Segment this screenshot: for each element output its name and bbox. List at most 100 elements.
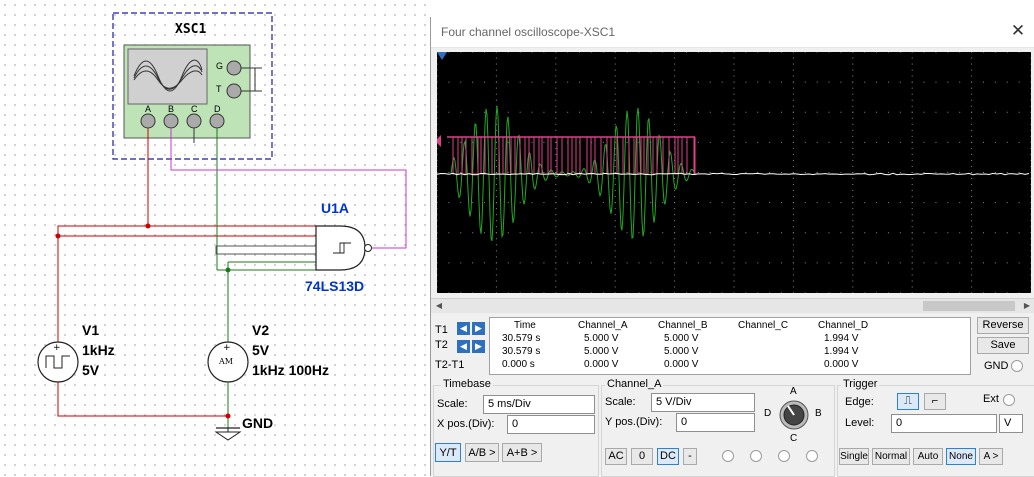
knob-label-c: C [790,433,797,444]
grid-dot [1031,58,1032,59]
a-plus-b-button[interactable]: A+B > [502,443,542,462]
reverse-button[interactable]: Reverse [977,317,1029,334]
grid-dot [591,52,592,53]
ac-button[interactable]: AC [605,448,627,465]
grid-dot [555,178,556,179]
save-button[interactable]: Save [977,337,1029,354]
grid-dot [793,226,794,227]
grid-dot [769,202,770,203]
grid-dot [912,196,913,197]
grid-dot [674,214,675,215]
grid-dot [959,172,960,173]
rising-edge-icon[interactable]: ⎍ [897,393,919,410]
grid-dot [1019,232,1020,233]
falling-edge-icon[interactable]: ⌐ [924,393,946,410]
grid-dot [876,52,877,53]
scroll-thumb[interactable] [923,301,1015,311]
level-unit[interactable]: V [999,414,1023,433]
ab-button[interactable]: A/B > [465,443,499,462]
grid-dot [520,112,521,113]
grid-dot [543,142,544,143]
minus-button[interactable]: - [683,448,697,465]
channel-radio-3[interactable] [778,450,790,462]
grid-dot [971,214,972,215]
grid-dot [615,100,616,101]
channel-radio-4[interactable] [806,450,818,462]
grid-dot [603,262,604,263]
zero-button[interactable]: 0 [631,448,653,465]
cell-r2-time: 0.000 s [502,359,535,370]
grid-dot [555,130,556,131]
ext-radio[interactable] [1003,394,1015,406]
channel-scale-input[interactable]: 5 V/Div [651,393,755,412]
grid-dot [638,52,639,53]
cell-r2-a: 0.000 V [584,359,618,370]
channel-radio-1[interactable] [722,450,734,462]
normal-button[interactable]: Normal [872,448,910,465]
grid-dot [460,112,461,113]
grid-dot [734,184,735,185]
title-bar[interactable]: Four channel oscilloscope-XSC1 ✕ [431,17,1034,48]
grid-dot [924,262,925,263]
single-button[interactable]: Single [839,448,869,465]
v1-frequency: 1kHz [82,342,115,358]
scroll-left-icon[interactable]: ◀ [433,300,445,312]
grid-dot [793,286,794,287]
grid-dot [912,82,913,83]
grid-dot [805,82,806,83]
grid-dot [805,262,806,263]
grid-dot [912,238,913,239]
grid-dot [615,166,616,167]
grid-dot [591,293,592,294]
grid-dot [662,293,663,294]
channel-select-knob[interactable] [777,398,811,432]
grid-dot [864,82,865,83]
t2-right-arrow-icon[interactable]: ▶ [472,340,485,353]
grid-dot [662,262,663,263]
grid-dot [793,280,794,281]
grid-dot [971,124,972,125]
yt-button[interactable]: Y/T [435,443,461,462]
grid-dot [793,82,794,83]
trigger-source-button[interactable]: A > [979,448,1003,465]
y-pos-input[interactable]: 0 [676,413,755,432]
t1-left-arrow-icon[interactable]: ◀ [457,322,470,335]
x-pos-input[interactable]: 0 [507,415,595,434]
grid-dot [817,142,818,143]
horizontal-scrollbar[interactable]: ◀ ▶ [431,298,1034,313]
grid-dot [959,52,960,53]
grid-dot [971,136,972,137]
close-icon[interactable]: ✕ [1007,20,1029,42]
grid-dot [638,172,639,173]
none-button[interactable]: None [946,448,976,465]
grid-dot [460,232,461,233]
gnd-radio[interactable] [1011,360,1023,372]
grid-dot [912,244,913,245]
v1-amplitude: 5V [82,362,99,378]
grid-dot [888,202,889,203]
grid-dot [734,208,735,209]
grid-dot [686,262,687,263]
grid-dot [995,172,996,173]
grid-dot [615,214,616,215]
dc-button[interactable]: DC [657,448,679,465]
grid-dot [662,52,663,53]
level-input[interactable]: 0 [891,414,997,433]
grid-dot [437,82,438,83]
channel-radio-2[interactable] [750,450,762,462]
xsc1-input-a [141,114,155,128]
grid-dot [852,88,853,89]
grid-dot [448,262,449,263]
scroll-right-icon[interactable]: ▶ [1021,300,1033,312]
t2-left-arrow-icon[interactable]: ◀ [457,340,470,353]
grid-dot [888,52,889,53]
grid-dot [508,232,509,233]
auto-button[interactable]: Auto [913,448,943,465]
t1-right-arrow-icon[interactable]: ▶ [472,322,485,335]
grid-dot [1031,232,1032,233]
grid-dot [924,112,925,113]
timebase-scale-input[interactable]: 5 ms/Div [483,395,595,414]
grid-dot [674,58,675,59]
grid-dot [674,268,675,269]
grid-dot [496,196,497,197]
